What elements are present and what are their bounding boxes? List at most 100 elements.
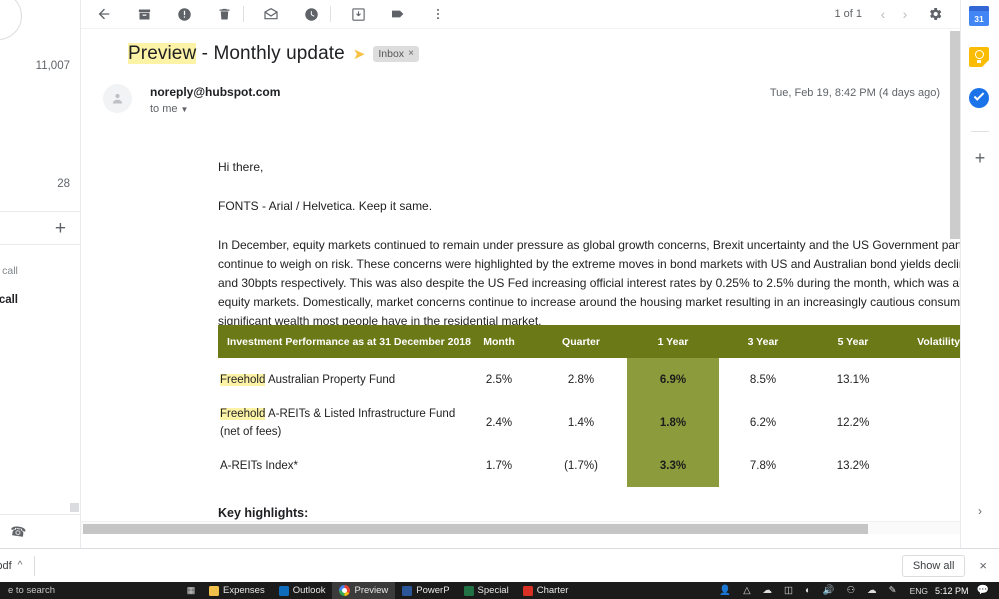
message-horizontal-scrollbar-track[interactable] <box>81 521 960 534</box>
message-horizontal-scrollbar-thumb[interactable] <box>83 524 868 534</box>
key-highlights-heading: Key highlights: <box>218 506 960 520</box>
table-row: A-REITs Index* 1.7% (1.7%) 3.3% 7.8% 13.… <box>218 444 960 487</box>
more-options-icon[interactable] <box>425 1 451 27</box>
taskbar-app-label: Expenses <box>223 585 265 596</box>
email-toolbar: 1 of 1 ‹ › <box>81 0 960 29</box>
sender-email: noreply@hubspot.com <box>150 85 280 99</box>
label-chip-text: Inbox <box>378 48 404 60</box>
recipient-line[interactable]: to me ▼ <box>150 103 188 115</box>
outlook-icon <box>279 586 289 596</box>
pen-icon[interactable]: ✎ <box>889 585 897 596</box>
chevron-up-icon[interactable]: ^ <box>18 560 23 571</box>
cell-3-year: 7.8% <box>719 444 807 487</box>
taskbar-app-special[interactable]: Special <box>457 582 516 599</box>
col-header-volatility: Volatility (3 Year) <box>899 325 960 358</box>
cell-5-year: 12.2% <box>807 401 899 444</box>
input-language-indicator[interactable]: ENG <box>910 586 928 596</box>
next-message-button[interactable]: › <box>894 3 916 25</box>
panel-divider-mid <box>0 244 81 245</box>
chat-call-bar[interactable]: ☎ <box>0 514 81 548</box>
archive-icon[interactable] <box>131 1 157 27</box>
taskbar-app-preview[interactable]: Preview <box>332 582 395 599</box>
toolbar-divider <box>330 6 331 22</box>
back-arrow-icon[interactable] <box>91 1 117 27</box>
volume-icon[interactable]: 🔊 <box>823 585 835 596</box>
col-header-investment: Investment Performance as at 31 December… <box>218 325 463 358</box>
chat-list-item[interactable]: ra video call <box>0 384 76 409</box>
taskbar-search-input[interactable]: e to search <box>0 582 180 599</box>
pdf-icon <box>523 586 533 596</box>
cell-month: 1.7% <box>463 444 535 487</box>
taskbar-app-outlook[interactable]: Outlook <box>272 582 333 599</box>
cell-1-year: 6.9% <box>627 358 719 401</box>
chat-list-item[interactable]: a video call <box>0 294 76 306</box>
taskbar-app-powerp[interactable]: PowerP <box>395 582 456 599</box>
task-view-icon[interactable]: ▦ <box>180 585 202 596</box>
taskbar-app-charter[interactable]: Charter <box>516 582 576 599</box>
show-all-downloads-button[interactable]: Show all <box>902 555 966 577</box>
cell-5-year: 13.2% <box>807 444 899 487</box>
cloud-icon[interactable]: ☁ <box>763 585 773 596</box>
message-vertical-scrollbar[interactable] <box>950 31 960 239</box>
people-icon[interactable]: 👤 <box>719 585 731 596</box>
taskbar-app-expenses[interactable]: Expenses <box>202 582 272 599</box>
mark-unread-icon[interactable] <box>258 1 284 27</box>
chat-subtitle: ined your call <box>0 265 76 277</box>
keep-icon[interactable] <box>969 47 991 69</box>
close-icon[interactable]: × <box>408 48 414 59</box>
word-icon <box>402 586 412 596</box>
up-arrow-icon[interactable]: △ <box>743 585 750 596</box>
onedrive-icon[interactable]: ☁ <box>867 585 877 596</box>
avatar[interactable] <box>103 84 132 113</box>
panel-resize-handle[interactable] <box>70 503 79 512</box>
previous-message-button[interactable]: ‹ <box>872 3 894 25</box>
report-spam-icon[interactable] <box>171 1 197 27</box>
downloads-bar: 6....pdf ^ Show all × <box>0 548 999 582</box>
row-label-rest: Australian Property Fund <box>265 374 395 386</box>
gear-icon[interactable] <box>922 1 948 27</box>
chat-list-item[interactable]: YA video call <box>0 320 76 345</box>
label-chip-inbox[interactable]: Inbox × <box>373 46 419 63</box>
col-header-3-year: 3 Year <box>719 325 807 358</box>
col-header-1-year: 1 Year <box>627 325 719 358</box>
row-label: Freehold A-REITs & Listed Infrastructure… <box>218 401 463 444</box>
chat-name: n <box>0 252 76 264</box>
calendar-icon[interactable]: 31 <box>969 6 991 28</box>
col-header-month: Month <box>463 325 535 358</box>
chevron-down-icon[interactable]: ▼ <box>181 105 189 114</box>
chat-list-item[interactable]: n ined your call <box>0 252 76 277</box>
tasks-icon[interactable] <box>969 88 991 110</box>
performance-table-wrapper: Investment Performance as at 31 December… <box>218 325 960 487</box>
new-conversation-button[interactable]: + <box>55 219 66 238</box>
move-to-inbox-icon[interactable] <box>345 1 371 27</box>
hangouts-chat-panel[interactable]: 11,007 28 + n ined your call a video cal… <box>0 0 81 582</box>
taskbar-app-label: Outlook <box>293 585 326 596</box>
cell-5-year: 13.1% <box>807 358 899 401</box>
important-marker-icon[interactable]: ➤ <box>353 47 366 62</box>
subject-row: Preview - Monthly update ➤ Inbox × <box>128 43 419 65</box>
cell-volatility <box>899 401 960 444</box>
display-icon[interactable]: ◫ <box>784 585 793 596</box>
close-downloads-bar-icon[interactable]: × <box>979 558 987 573</box>
labels-icon[interactable] <box>385 1 411 27</box>
taskbar-app-label: PowerP <box>416 585 449 596</box>
table-header-row: Investment Performance as at 31 December… <box>218 325 960 358</box>
cell-quarter: 1.4% <box>535 401 627 444</box>
avatar-arc <box>0 0 22 40</box>
chat-subtitle: video call <box>0 333 76 345</box>
snooze-icon[interactable] <box>298 1 324 27</box>
clock[interactable]: 5:12 PM <box>935 586 969 596</box>
notifications-icon[interactable]: 💬 <box>977 585 989 596</box>
chat-name: ra <box>0 384 76 396</box>
get-addons-button[interactable]: + <box>975 148 986 169</box>
cell-month: 2.4% <box>463 401 535 444</box>
chat-list-item[interactable]: ra video call <box>0 352 76 377</box>
chat-name: ra <box>0 352 76 364</box>
col-header-quarter: Quarter <box>535 325 627 358</box>
keyboard-icon[interactable]: ⚇ <box>847 585 856 596</box>
download-item[interactable]: 6....pdf ^ <box>0 560 22 572</box>
expand-side-panel-button[interactable]: › <box>978 504 982 518</box>
phone-icon[interactable]: ☎ <box>9 522 27 540</box>
wifi-icon[interactable]: ◐ <box>805 585 811 596</box>
delete-icon[interactable] <box>211 1 237 27</box>
